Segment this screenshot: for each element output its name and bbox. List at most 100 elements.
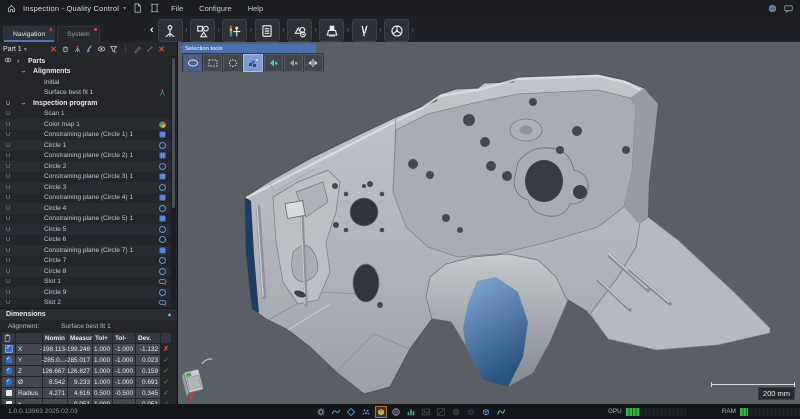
row-checkbox[interactable] [2,366,15,376]
filter-funnel-icon[interactable] [109,45,118,54]
cube-outline-icon[interactable] [466,407,476,417]
flip-selection-cyan-button[interactable] [264,54,283,72]
tree-item-inspection-program[interactable]: ∪›Inspection program [0,98,177,109]
point-cloud-icon[interactable] [361,407,371,417]
row-checkbox[interactable] [2,344,15,354]
toolbar-back-chevron-icon[interactable]: ‹ [150,25,154,36]
toolbar-expand-chevron-icon[interactable]: › [313,27,318,34]
tree-item-slot-1[interactable]: ∪Slot 1 [0,277,177,288]
selection-tools-titlebar[interactable]: Selection tools [182,44,316,53]
dimensions-header[interactable]: Dimensions ▴ [0,308,177,320]
report-table-button[interactable] [255,19,280,42]
row-checkbox[interactable] [2,388,15,398]
tree-item-slot-2[interactable]: ∪Slot 2 [0,298,177,309]
col-tol-plus[interactable]: Tol+ [93,333,112,343]
col-deviation[interactable]: Dev. [136,333,160,343]
collapse-icon[interactable]: ▴ [168,311,171,318]
toolbar-expand-chevron-icon[interactable]: › [248,27,253,34]
menu-help[interactable]: Help [243,4,268,13]
tree-scrollbar-thumb[interactable] [172,58,175,208]
ellipse-selection-button[interactable] [183,54,202,72]
viewport-3d[interactable]: Selection tools 200 mm [178,42,800,404]
dimension-row-x[interactable]: X-198.113-199.2461.000-1.000-1.132✗ [2,344,175,354]
tree-item-circle-9[interactable]: ∪Circle 9 [0,287,177,298]
tab-navigation[interactable]: Navigation [3,26,55,42]
tree-item-constraining-plane-circle-2-1[interactable]: ∪Constraining plane (Circle 2) 1 [0,151,177,162]
gear-icon[interactable] [316,407,326,417]
toolbar-expand-chevron-icon[interactable]: › [345,27,350,34]
eye-icon[interactable] [3,56,13,66]
menu-configure[interactable]: Configure [194,4,237,13]
alignment-device-icon[interactable] [73,45,82,54]
flip-selection-gray-button[interactable] [284,54,303,72]
model-3d-firewall-panel[interactable] [178,42,800,404]
mirror-selection-button[interactable] [304,54,323,72]
delete-x2-icon[interactable] [157,45,166,54]
tree-item-circle-6[interactable]: ∪Circle 6 [0,235,177,246]
cube-blue-icon[interactable] [481,407,491,417]
tree-item-constraining-plane-circle-1-1[interactable]: ∪Constraining plane (Circle 1) 1 [0,130,177,141]
menu-file[interactable]: File [166,4,188,13]
title-caret-icon[interactable]: ▾ [123,5,126,12]
histogram-icon[interactable] [406,407,416,417]
tree-item-constraining-plane-circle-4-1[interactable]: ∪Constraining plane (Circle 4) 1 [0,193,177,204]
image-icon[interactable] [421,407,431,417]
device-icon[interactable] [149,3,160,14]
color-map-button[interactable] [222,19,247,42]
web-globe-icon[interactable] [391,407,401,417]
tree-item-constraining-plane-circle-3-1[interactable]: ∪Constraining plane (Circle 3) 1 [0,172,177,183]
toolbar-expand-chevron-icon[interactable]: › [216,27,221,34]
tree-item-circle-7[interactable]: ∪Circle 7 [0,256,177,267]
tree-item-circle-8[interactable]: ∪Circle 8 [0,266,177,277]
sphere-icon[interactable] [451,407,461,417]
tree-item-parts[interactable]: ›Parts [0,56,177,67]
toolbar-expand-chevron-icon[interactable]: › [378,27,383,34]
col-measured[interactable]: Measur [68,333,92,343]
timed-features-button[interactable] [287,19,312,42]
caliper-button[interactable] [352,19,377,42]
expander-expanded-icon[interactable]: › [20,102,27,104]
alignment-tripod-button[interactable] [158,19,183,42]
rectangle-selection-button[interactable] [203,54,222,72]
part-selector[interactable]: Part 1 [3,46,22,53]
tree-item-constraining-plane-circle-7-1[interactable]: ∪Constraining plane (Circle 7) 1 [0,245,177,256]
tree-item-surface-best-fit-1[interactable]: Surface best fit 1 [0,88,177,99]
tree-scrollbar[interactable] [171,56,176,308]
cleanup-brush-button[interactable] [319,19,344,42]
snap-cube-icon[interactable] [376,407,386,417]
tree-item-circle-5[interactable]: ∪Circle 5 [0,224,177,235]
paint-brush-icon[interactable] [85,45,94,54]
home-icon[interactable] [6,3,17,14]
spline-curve-icon[interactable] [496,407,506,417]
mesh-diamond-icon[interactable] [346,407,356,417]
magic-wand-icon[interactable] [145,45,154,54]
tree-item-scan-1[interactable]: ∪Scan 1 [0,109,177,120]
col-nominal[interactable]: Nomin [43,333,67,343]
col-tol-minus[interactable]: Tol- [113,333,135,343]
eye-icon[interactable] [97,45,106,54]
volumetric-selection-button[interactable] [243,54,262,72]
new-document-icon[interactable] [132,3,143,14]
row-checkbox[interactable] [2,355,15,365]
toolbar-expand-chevron-icon[interactable]: › [184,27,189,34]
expander-collapsed-icon[interactable]: › [17,58,19,65]
tree-item-circle-3[interactable]: ∪Circle 3 [0,182,177,193]
pencil-icon[interactable] [133,45,142,54]
tree-item-constraining-plane-circle-5-1[interactable]: ∪Constraining plane (Circle 5) 1 [0,214,177,225]
dimension-row-ø[interactable]: Ø8.5429.2331.000-1.0000.691✓ [2,377,175,387]
part-caret-icon[interactable]: ▾ [24,46,27,53]
orientation-cube-widget[interactable] [178,356,218,402]
tree-item-circle-4[interactable]: ∪Circle 4 [0,203,177,214]
freeform-selection-button[interactable] [223,54,242,72]
surface-curve-icon[interactable] [331,407,341,417]
dimension-row-y[interactable]: Y-285.0...-285.0171.000-1.0000.023✓ [2,355,175,365]
tree-item-circle-1[interactable]: ∪Circle 1 [0,140,177,151]
expander-expanded-icon[interactable]: › [20,71,27,73]
wheel-button[interactable] [384,19,409,42]
tree-item-alignments[interactable]: ›Alignments [0,67,177,78]
feature-shapes-button[interactable] [190,19,215,42]
globe-icon[interactable] [767,3,778,14]
dimension-row-radius[interactable]: Radius4.2714.6160.500-0.5000.345✓ [2,388,175,398]
tree-item-initial[interactable]: Initial [0,77,177,88]
dimension-row-z[interactable]: Z126.667126.8271.000-1.0000.159✓ [2,366,175,376]
